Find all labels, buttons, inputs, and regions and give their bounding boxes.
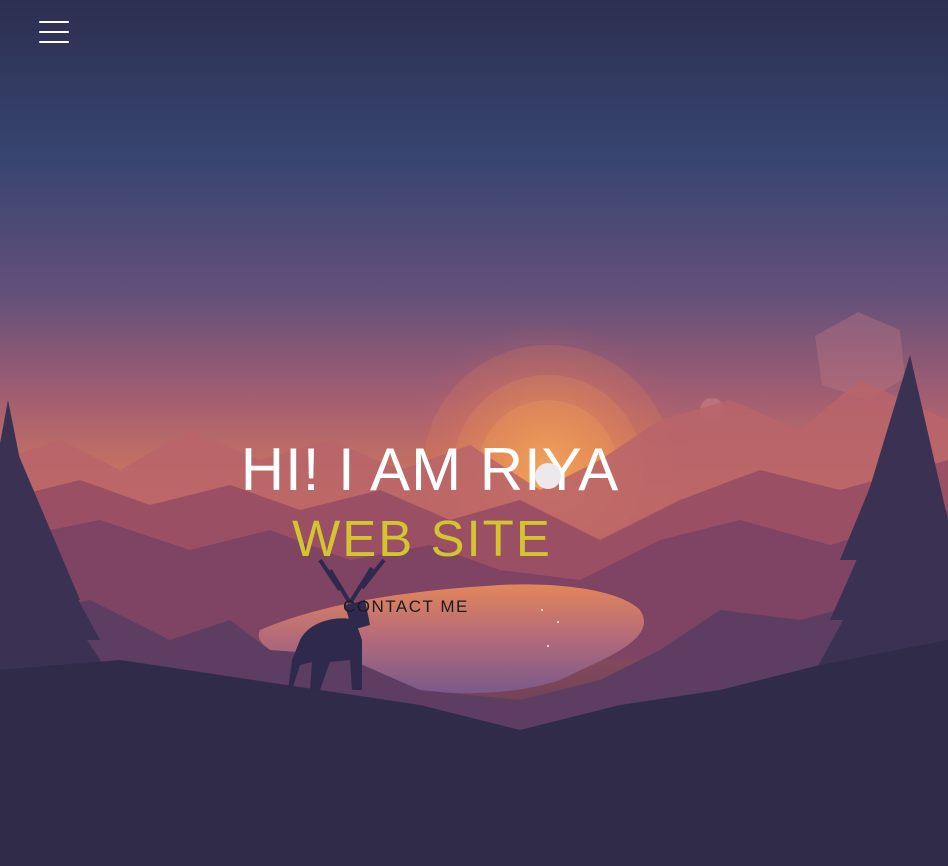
sparkle (541, 609, 543, 611)
menu-line (39, 41, 69, 43)
hero-title: HI! I AM RIYA (240, 436, 620, 503)
sparkle (557, 621, 559, 623)
hamburger-menu-icon[interactable] (39, 21, 69, 45)
menu-line (39, 31, 69, 33)
menu-line (39, 21, 69, 23)
cursor-dot (535, 463, 561, 489)
sparkle (547, 645, 549, 647)
hero-section: HI! I AM RIYA WEB SITE CONTACT ME (0, 0, 948, 866)
sunset-landscape-background (0, 0, 948, 866)
hero-subtitle: WEB SITE (292, 510, 552, 567)
contact-me-button[interactable]: CONTACT ME (343, 596, 469, 618)
